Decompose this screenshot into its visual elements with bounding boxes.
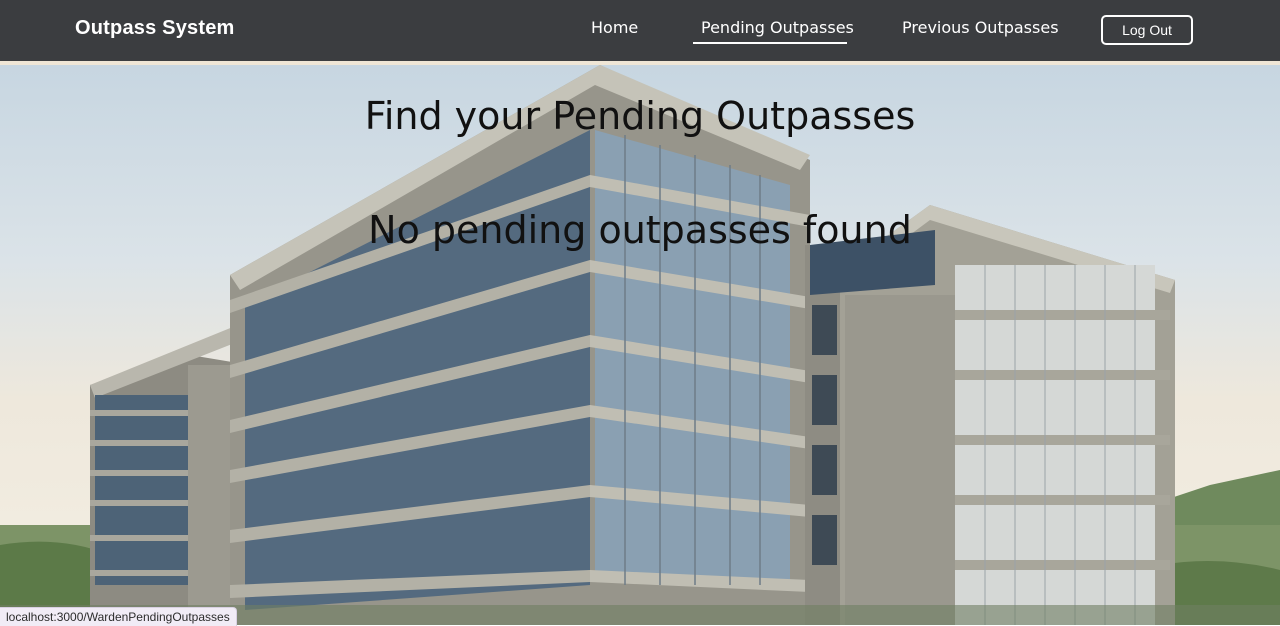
logout-button[interactable]: Log Out — [1101, 15, 1193, 45]
active-nav-indicator — [693, 42, 847, 44]
building-illustration — [0, 65, 1280, 625]
empty-state-message: No pending outpasses found — [368, 208, 912, 252]
navbar-divider — [0, 61, 1280, 65]
top-navbar: Outpass System Home Pending Outpasses Pr… — [0, 0, 1280, 61]
page-title: Find your Pending Outpasses — [364, 94, 916, 138]
nav-link-previous-outpasses[interactable]: Previous Outpasses — [902, 18, 1059, 37]
brand-title[interactable]: Outpass System — [75, 17, 235, 40]
browser-status-url: localhost:3000/WardenPendingOutpasses — [0, 607, 237, 626]
nav-link-home[interactable]: Home — [591, 18, 638, 37]
hero-background-image — [0, 65, 1280, 625]
nav-link-pending-outpasses[interactable]: Pending Outpasses — [701, 18, 854, 37]
